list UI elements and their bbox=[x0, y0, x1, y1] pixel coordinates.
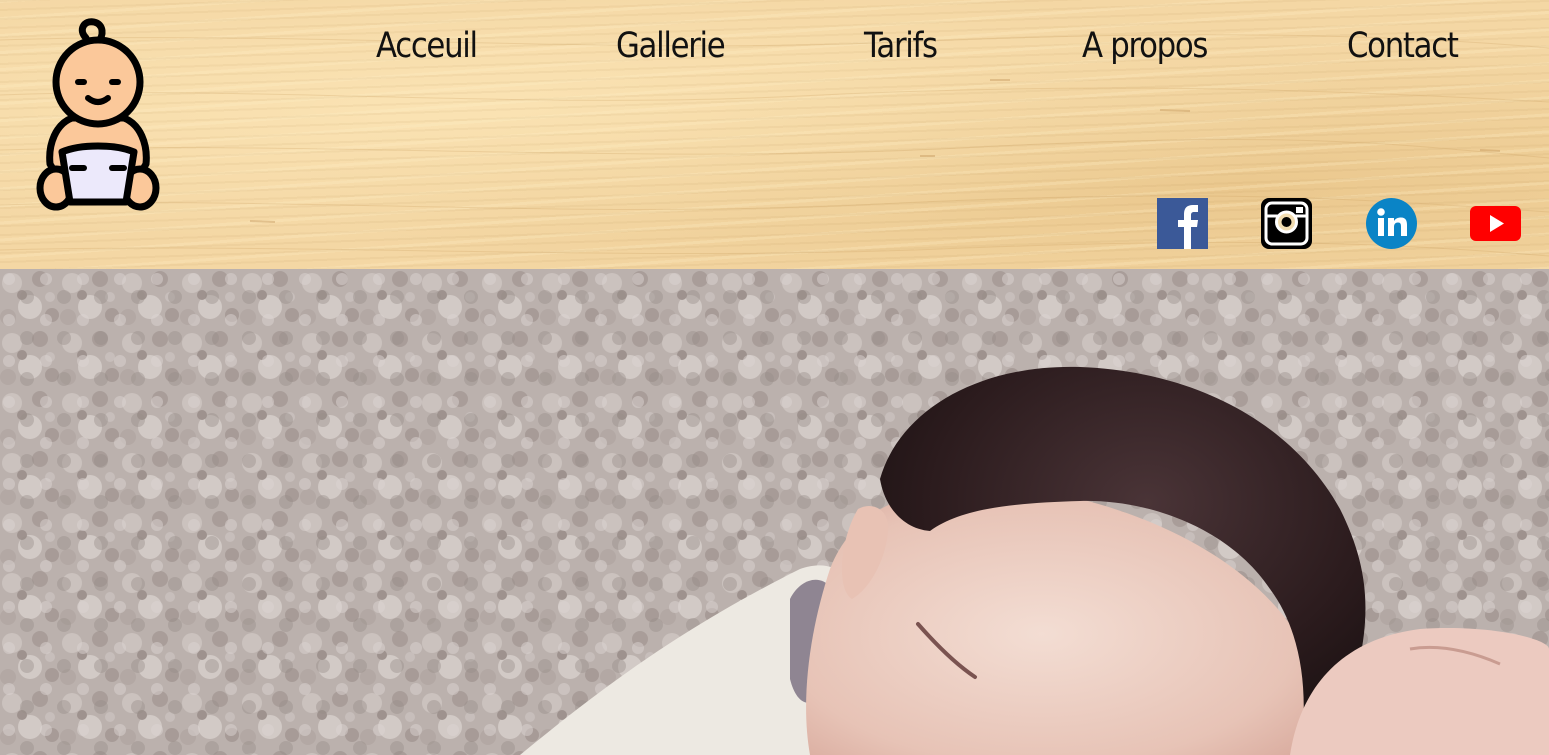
nav-contact[interactable]: Contact bbox=[1347, 22, 1459, 70]
linkedin-icon[interactable] bbox=[1366, 198, 1417, 249]
hero-image bbox=[0, 269, 1549, 755]
youtube-icon[interactable] bbox=[1470, 198, 1521, 249]
site-header: Acceuil Gallerie Tarifs A propos Contact bbox=[0, 0, 1549, 269]
sleeping-newborn-photo bbox=[0, 269, 1549, 755]
instagram-icon[interactable] bbox=[1261, 198, 1312, 249]
main-nav: Acceuil Gallerie Tarifs A propos Contact bbox=[0, 22, 1549, 72]
nav-gallerie[interactable]: Gallerie bbox=[616, 22, 726, 70]
nav-acceuil[interactable]: Acceuil bbox=[376, 22, 478, 70]
nav-a-propos[interactable]: A propos bbox=[1082, 22, 1208, 70]
facebook-icon[interactable] bbox=[1157, 198, 1208, 249]
nav-tarifs[interactable]: Tarifs bbox=[864, 22, 938, 70]
